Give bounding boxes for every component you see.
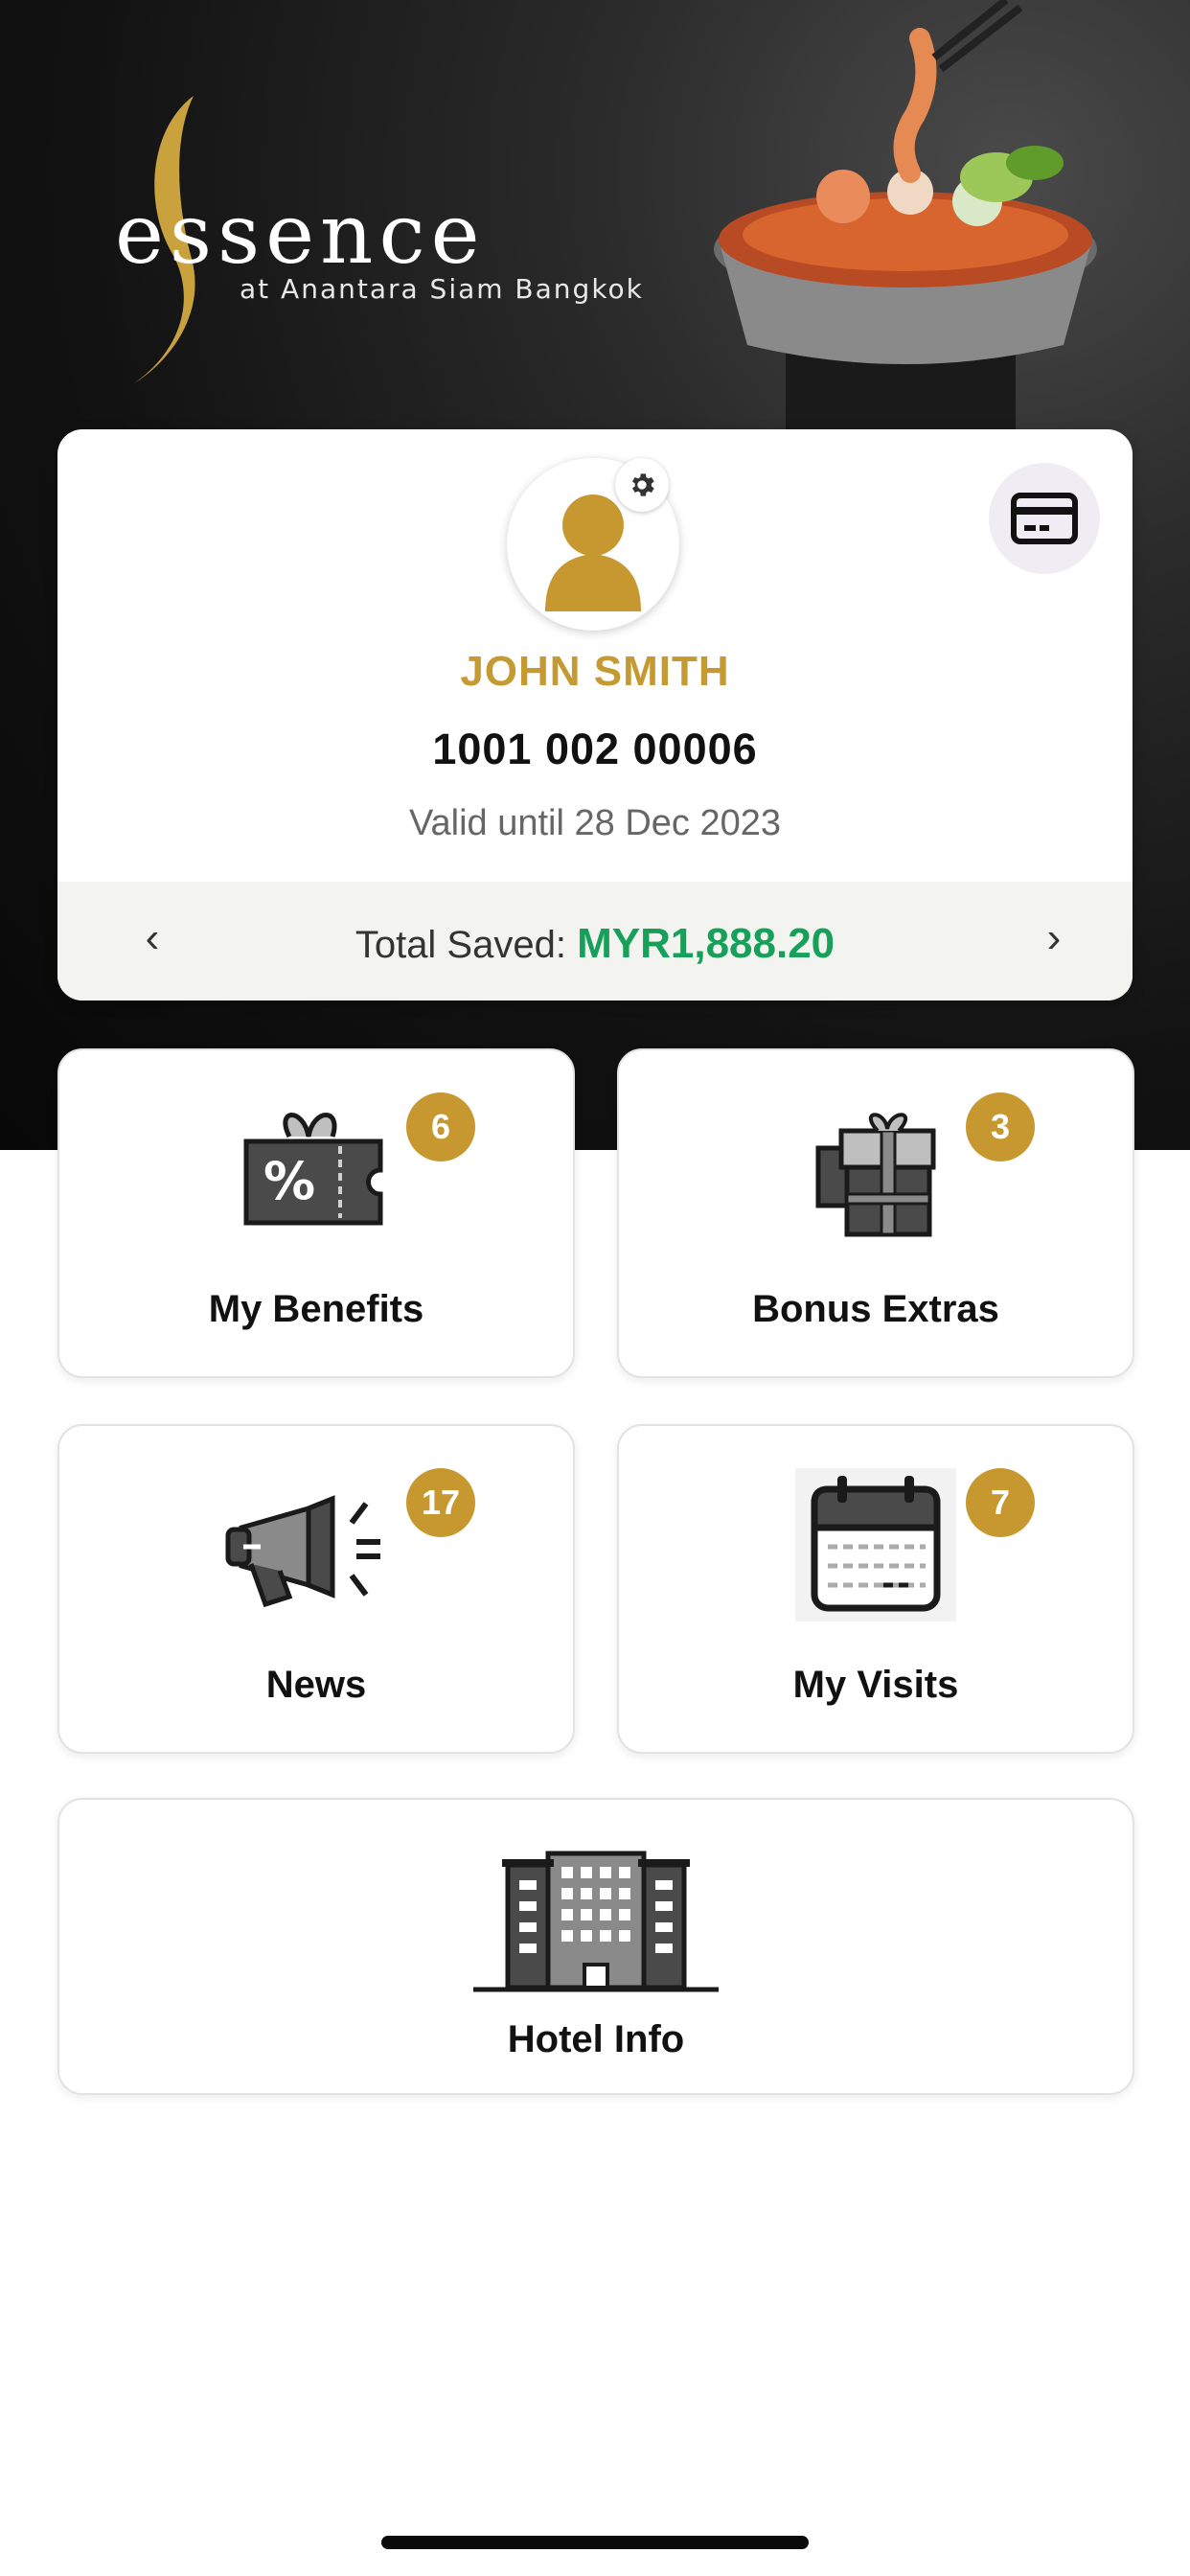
brand-logo: essence at Anantara Siam Bangkok: [105, 91, 642, 398]
settings-gear-button[interactable]: [615, 458, 669, 512]
gear-icon: [632, 473, 654, 496]
calendar-icon: [795, 1468, 956, 1622]
tile-hotel-info[interactable]: Hotel Info: [57, 1798, 1134, 2095]
visits-count-badge: 7: [966, 1468, 1035, 1537]
tile-my-benefits[interactable]: % 6 My Benefits: [57, 1048, 575, 1378]
member-number: 1001 002 00006: [432, 724, 758, 773]
membership-card-button[interactable]: [989, 463, 1100, 574]
member-name: JOHN SMITH: [460, 648, 730, 695]
home-indicator[interactable]: [381, 2536, 809, 2549]
total-saved-bar: ‹ Total Saved: MYR1,888.20 ›: [57, 882, 1133, 1000]
bonus-count-badge: 3: [966, 1092, 1035, 1162]
total-saved-amount: MYR1,888.20: [577, 920, 835, 967]
validity-date: Valid until 28 Dec 2023: [409, 803, 781, 843]
discount-voucher-icon: %: [243, 1113, 383, 1226]
tile-label-my-benefits: My Benefits: [208, 1288, 424, 1330]
tile-label-news: News: [265, 1664, 367, 1706]
food-photo: [714, 0, 1097, 431]
tile-my-visits[interactable]: 7 My Visits: [617, 1424, 1134, 1754]
gift-icon: [815, 1113, 936, 1237]
next-arrow-button[interactable]: ›: [1030, 914, 1078, 962]
tile-label-my-visits: My Visits: [792, 1664, 959, 1706]
tile-bonus-extras[interactable]: 3 Bonus Extras: [617, 1048, 1134, 1378]
tile-label-bonus-extras: Bonus Extras: [752, 1288, 999, 1330]
svg-text:%: %: [263, 1151, 315, 1211]
total-saved-label: Total Saved:: [355, 924, 566, 966]
brand-wordmark: essence: [115, 187, 486, 283]
tile-news[interactable]: 17 News: [57, 1424, 575, 1754]
benefits-count-badge: 6: [406, 1092, 475, 1162]
news-count-badge: 17: [406, 1468, 475, 1537]
brand-subtitle: at Anantara Siam Bangkok: [240, 273, 644, 305]
tile-label-hotel-info: Hotel Info: [507, 2018, 685, 2060]
megaphone-icon: [225, 1495, 380, 1608]
credit-card-icon: [1011, 493, 1078, 544]
hotel-building-icon: [473, 1851, 719, 1992]
total-saved-text: Total Saved: MYR1,888.20: [57, 920, 1133, 968]
member-card: JOHN SMITH 1001 002 00006 Valid until 28…: [57, 429, 1133, 1000]
